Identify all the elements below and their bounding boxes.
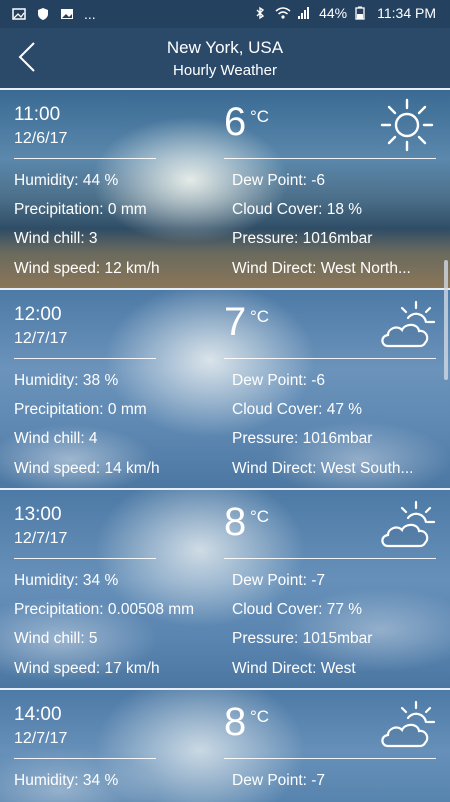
humidity: Humidity: 34 % [14, 572, 119, 589]
clock: 11:34 PM [377, 5, 436, 21]
temperature: 8 [224, 500, 247, 544]
hour-date: 12/7/17 [14, 530, 68, 547]
divider [14, 158, 156, 159]
wind-speed: Wind speed: 14 km/h [14, 460, 160, 477]
humidity: Humidity: 34 % [14, 772, 119, 789]
hour-time: 12:00 [14, 304, 62, 325]
dew-point: Dew Point: -7 [232, 772, 326, 789]
temperature-unit: °C [250, 107, 270, 126]
divider [14, 758, 156, 759]
wind-chill: Wind chill: 5 [14, 630, 98, 647]
wind-chill: Wind chill: 3 [14, 230, 98, 247]
dew-point: Dew Point: -6 [232, 372, 326, 389]
hour-card[interactable]: 14:00 12/7/17 8 °C Humidity: 34 % Dew Po… [0, 688, 450, 802]
gallery-icon [60, 7, 74, 21]
temperature-unit: °C [250, 707, 270, 726]
hour-time: 11:00 [14, 104, 61, 125]
divider [14, 358, 156, 359]
precipitation: Precipitation: 0 mm [14, 201, 147, 218]
pressure: Pressure: 1015mbar [232, 630, 373, 647]
page-title: New York, USA [166, 38, 284, 57]
divider [224, 358, 436, 359]
partly-cloudy-icon [378, 496, 436, 554]
hour-date: 12/7/17 [14, 330, 68, 347]
app-header: New York, USA Hourly Weather [0, 28, 450, 88]
sun-icon [378, 96, 436, 154]
hour-card[interactable]: 12:00 12/7/17 7 °C Humidity: 38 % Precip… [0, 288, 450, 488]
shield-icon [36, 7, 50, 21]
signal-icon [297, 6, 311, 20]
wind-direction: Wind Direct: West North... [232, 260, 411, 277]
partly-cloudy-icon [378, 696, 436, 754]
temperature-unit: °C [250, 307, 270, 326]
hour-card[interactable]: 13:00 12/7/17 8 °C Humidity: 34 % Precip… [0, 488, 450, 688]
cloud-cover: Cloud Cover: 47 % [232, 401, 363, 418]
wind-direction: Wind Direct: West South... [232, 460, 414, 477]
temperature: 6 [224, 100, 247, 144]
battery-icon [355, 6, 369, 20]
hour-time: 14:00 [14, 704, 62, 725]
notification-dots: ... [84, 6, 96, 22]
humidity: Humidity: 44 % [14, 172, 119, 189]
divider [224, 158, 436, 159]
temperature-unit: °C [250, 507, 270, 526]
precipitation: Precipitation: 0 mm [14, 401, 147, 418]
hour-card[interactable]: 11:00 12/6/17 6 °C Humidity: 44 % Precip… [0, 88, 450, 288]
wind-direction: Wind Direct: West [232, 660, 356, 677]
pressure: Pressure: 1016mbar [232, 430, 373, 447]
humidity: Humidity: 38 % [14, 372, 119, 389]
battery-percent: 44% [319, 5, 348, 21]
precipitation: Precipitation: 0.00508 mm [14, 601, 195, 618]
scrollbar[interactable] [444, 260, 448, 380]
wind-speed: Wind speed: 12 km/h [14, 260, 160, 277]
wind-speed: Wind speed: 17 km/h [14, 660, 160, 677]
partly-cloudy-icon [378, 296, 436, 354]
image-icon [12, 7, 26, 21]
divider [224, 558, 436, 559]
dew-point: Dew Point: -7 [232, 572, 326, 589]
hour-date: 12/7/17 [14, 730, 68, 747]
temperature: 7 [224, 300, 247, 344]
temperature: 8 [224, 700, 247, 744]
divider [224, 758, 436, 759]
bluetooth-icon [253, 6, 267, 20]
wind-chill: Wind chill: 4 [14, 430, 98, 447]
pressure: Pressure: 1016mbar [232, 230, 373, 247]
status-bar: ... 44% 11:34 PM [0, 0, 450, 28]
hour-date: 12/6/17 [14, 130, 68, 147]
wifi-icon [275, 6, 291, 20]
cloud-cover: Cloud Cover: 18 % [232, 201, 363, 218]
divider [14, 558, 156, 559]
page-subtitle: Hourly Weather [173, 62, 277, 79]
dew-point: Dew Point: -6 [232, 172, 326, 189]
cloud-cover: Cloud Cover: 77 % [232, 601, 363, 618]
hour-time: 13:00 [14, 504, 62, 525]
